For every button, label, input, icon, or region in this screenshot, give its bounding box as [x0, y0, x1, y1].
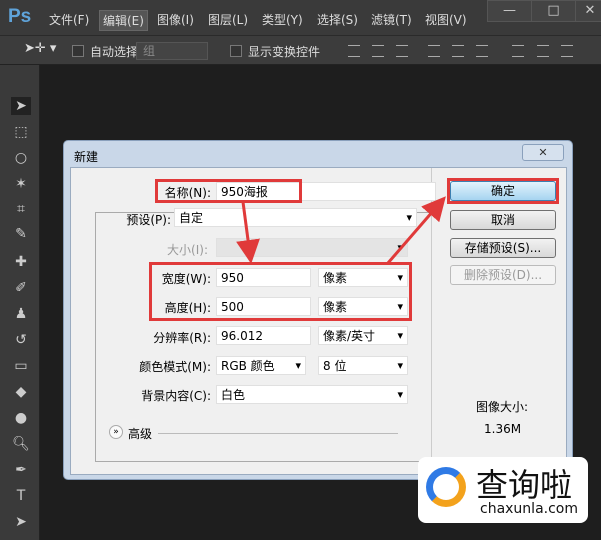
watermark-url: chaxunla.com [480, 501, 578, 517]
watermark-brand: 查询啦 [476, 466, 573, 504]
watermark: 查询啦 chaxunla.com [418, 457, 588, 523]
arrow-to-ok [386, 196, 446, 264]
arrow-down [236, 201, 260, 264]
watermark-logo-icon [426, 467, 466, 507]
